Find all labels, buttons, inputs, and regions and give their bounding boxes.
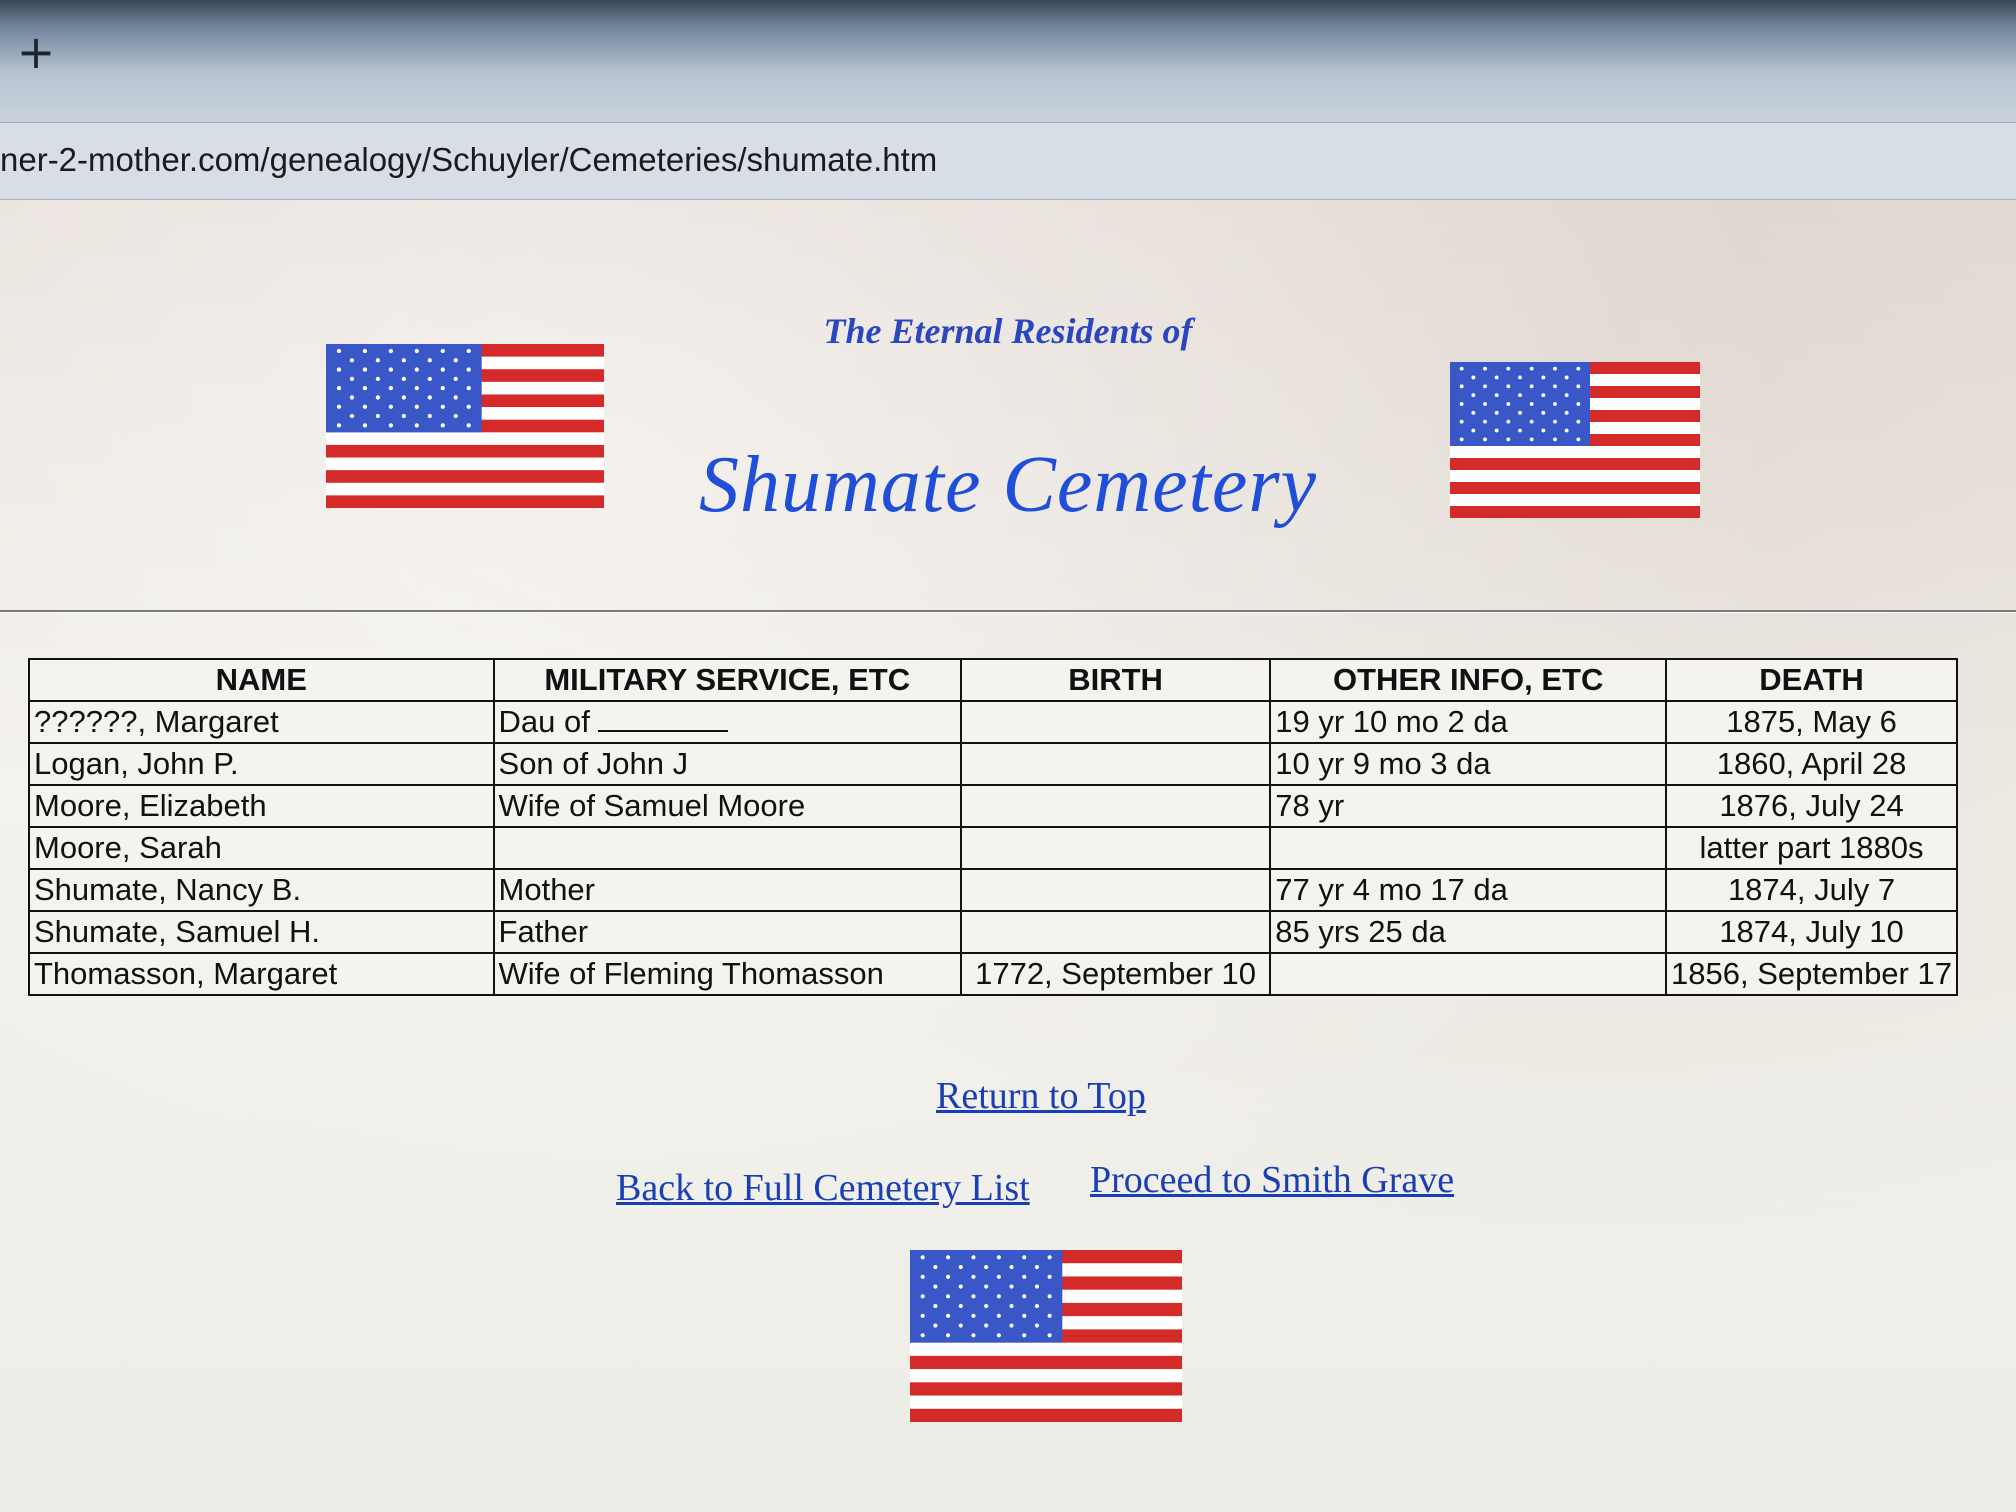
cell-name: Moore, Elizabeth <box>28 784 495 828</box>
cell-death: 1856, September 17 <box>1665 952 1958 996</box>
column-header-name: NAME <box>28 658 495 702</box>
cell-name: Moore, Sarah <box>28 826 495 870</box>
cell-other: 19 yr 10 mo 2 da <box>1269 700 1668 744</box>
table-row: Logan, John P. Son of John J 10 yr 9 mo … <box>28 742 1958 786</box>
table-row: Moore, Elizabeth Wife of Samuel Moore 78… <box>28 784 1958 828</box>
table-row: Moore, Sarah latter part 1880s <box>28 826 1958 870</box>
cell-birth <box>959 910 1272 954</box>
cell-other: 78 yr <box>1269 784 1668 828</box>
cell-death: 1874, July 7 <box>1665 868 1958 912</box>
table-row: Shumate, Nancy B. Mother 77 yr 4 mo 17 d… <box>28 868 1958 912</box>
cell-service: Father <box>492 910 962 954</box>
cell-other: 10 yr 9 mo 3 da <box>1269 742 1668 786</box>
cell-service: Son of John J <box>492 742 962 786</box>
url-text[interactable]: ner-2-mother.com/genealogy/Schuyler/Ceme… <box>0 141 937 179</box>
cell-name: Shumate, Samuel H. <box>28 910 495 954</box>
cell-death: 1860, April 28 <box>1665 742 1958 786</box>
page-content: The Eternal Residents of Shumate Cemeter… <box>0 200 2016 1512</box>
cell-other: 77 yr 4 mo 17 da <box>1269 868 1668 912</box>
cell-birth: 1772, September 10 <box>959 952 1272 996</box>
cell-service <box>492 826 962 870</box>
cell-other <box>1269 826 1668 870</box>
cell-name: Shumate, Nancy B. <box>28 868 495 912</box>
cell-service: Wife of Fleming Thomasson <box>492 952 962 996</box>
table-row: Thomasson, Margaret Wife of Fleming Thom… <box>28 952 1958 996</box>
column-header-service: MILITARY SERVICE, ETC <box>492 658 962 702</box>
new-tab-button[interactable]: + <box>14 29 58 75</box>
us-flag-icon <box>910 1250 1182 1422</box>
cell-death: latter part 1880s <box>1665 826 1958 870</box>
page-subtitle: The Eternal Residents of <box>823 311 1193 351</box>
cell-other: 85 yrs 25 da <box>1269 910 1668 954</box>
column-header-birth: BIRTH <box>959 658 1272 702</box>
cell-birth <box>959 742 1272 786</box>
cell-name: Thomasson, Margaret <box>28 952 495 996</box>
table-row: ??????, Margaret Dau of 19 yr 10 mo 2 da… <box>28 700 1958 744</box>
cell-service: Mother <box>492 868 962 912</box>
address-bar[interactable]: ner-2-mother.com/genealogy/Schuyler/Ceme… <box>0 122 2016 201</box>
cell-death: 1874, July 10 <box>1665 910 1958 954</box>
table-row: Shumate, Samuel H. Father 85 yrs 25 da 1… <box>28 910 1958 954</box>
cell-death: 1875, May 6 <box>1665 700 1958 744</box>
page-title: Shumate Cemetery <box>698 441 1318 529</box>
column-header-other: OTHER INFO, ETC <box>1269 658 1668 702</box>
cell-death: 1876, July 24 <box>1665 784 1958 828</box>
cell-name: Logan, John P. <box>28 742 495 786</box>
cell-birth <box>959 868 1272 912</box>
cell-other <box>1269 952 1668 996</box>
column-header-death: DEATH <box>1665 658 1958 702</box>
table-header-row: NAME MILITARY SERVICE, ETC BIRTH OTHER I… <box>28 658 1958 702</box>
back-to-cemetery-list-link[interactable]: Back to Full Cemetery List <box>616 1166 1030 1210</box>
browser-tab-strip: + <box>0 0 2016 122</box>
cell-service: Dau of <box>492 700 962 744</box>
cell-name: ??????, Margaret <box>28 700 495 744</box>
blank-line <box>598 708 729 732</box>
proceed-to-smith-grave-link[interactable]: Proceed to Smith Grave <box>1090 1158 1454 1202</box>
cell-service: Wife of Samuel Moore <box>492 784 962 828</box>
cell-birth <box>959 826 1272 870</box>
cell-birth <box>959 700 1272 744</box>
horizontal-rule <box>0 610 2016 613</box>
return-to-top-link[interactable]: Return to Top <box>936 1074 1146 1118</box>
cell-service-text: Dau of <box>498 704 590 739</box>
burials-table: NAME MILITARY SERVICE, ETC BIRTH OTHER I… <box>28 658 1958 996</box>
cell-birth <box>959 784 1272 828</box>
